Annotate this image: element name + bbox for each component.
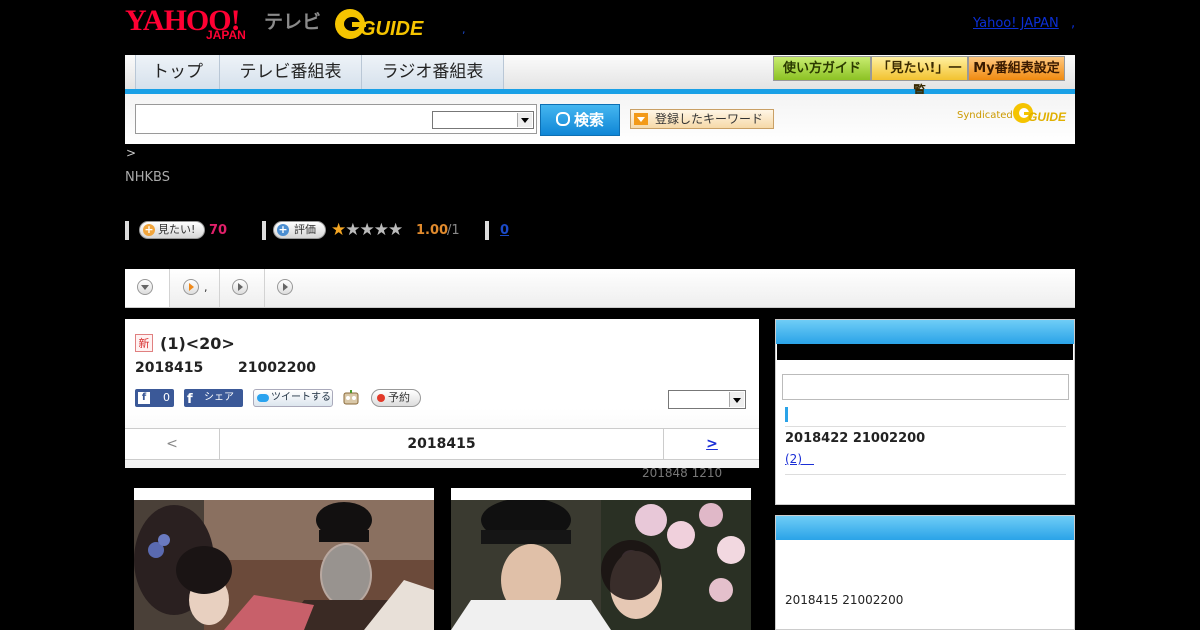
dropdown-arrow-icon bbox=[634, 113, 648, 125]
twitter-bird-icon bbox=[257, 394, 269, 402]
search-button-label: 検索 bbox=[573, 111, 604, 129]
record-dot-icon bbox=[377, 394, 385, 402]
search-button[interactable]: 検索 bbox=[540, 104, 620, 136]
star-empty-icon: ★ bbox=[345, 220, 360, 240]
sub-tab-label: , bbox=[204, 281, 208, 294]
nav-tab-top[interactable]: トップ bbox=[136, 55, 220, 89]
program-date: 2018415 bbox=[135, 360, 204, 376]
star-filled-icon: ★ bbox=[331, 220, 346, 240]
tv-logo-text: テレビ bbox=[264, 11, 322, 33]
facebook-like-button[interactable]: f 0 bbox=[135, 389, 174, 407]
reserve-button[interactable]: 予約 bbox=[371, 389, 421, 407]
next-airtime: 2018422 21002200 bbox=[785, 431, 926, 446]
yahoo-japan-link[interactable]: Yahoo! JAPAN bbox=[973, 16, 1059, 31]
sub-tab-3[interactable] bbox=[220, 269, 265, 307]
my-schedule-settings-button[interactable]: My番組表設定 bbox=[968, 56, 1065, 81]
sub-tab-4[interactable] bbox=[265, 269, 309, 307]
gguide-logo[interactable]: GUIDE bbox=[334, 8, 432, 40]
program-photo-1[interactable] bbox=[134, 488, 434, 630]
plus-icon: + bbox=[143, 223, 155, 236]
yahoo-japan-subtext: JAPAN bbox=[206, 28, 246, 42]
rating-stars: ★★★★★ bbox=[331, 220, 403, 240]
stat-divider bbox=[262, 221, 266, 240]
new-badge: 新 bbox=[135, 334, 153, 352]
program-title: (1)<20> bbox=[160, 334, 235, 353]
reserve-label: 予約 bbox=[388, 391, 410, 404]
sub-tab-1[interactable] bbox=[125, 269, 170, 307]
airtime-panel: 2018415 21002200 bbox=[775, 515, 1075, 630]
rating-value: 1.00 bbox=[416, 223, 449, 238]
channel-name: NHKBS bbox=[125, 170, 170, 185]
divider bbox=[785, 474, 1066, 475]
panel-subheader bbox=[777, 344, 1073, 360]
want-to-watch-label: 見たい! bbox=[158, 223, 196, 236]
search-category-select[interactable] bbox=[432, 111, 534, 129]
gguide-logo-text: GUIDE bbox=[360, 18, 424, 40]
rating-denominator: /1 bbox=[447, 223, 460, 238]
panel-box bbox=[782, 374, 1069, 400]
stat-divider bbox=[125, 221, 129, 240]
saved-keywords-label: 登録したキーワード bbox=[655, 112, 764, 126]
star-empty-icon: ★ bbox=[388, 220, 403, 240]
yahoo-japan-link-suffix: , bbox=[1071, 16, 1076, 31]
pager-next[interactable]: > bbox=[663, 429, 760, 459]
chevron-down-icon bbox=[517, 113, 532, 127]
chevron-down-icon bbox=[729, 392, 744, 407]
saved-keywords-button[interactable]: 登録したキーワード bbox=[630, 109, 774, 129]
syndicated-gguide-logo-text: GUIDE bbox=[1028, 110, 1067, 124]
play-icon bbox=[232, 279, 248, 295]
plus-icon: + bbox=[277, 223, 289, 236]
guide-button[interactable]: 使い方ガイド bbox=[773, 56, 871, 81]
sub-tabs: , bbox=[125, 269, 1075, 308]
play-icon bbox=[277, 279, 293, 295]
syndicated-gguide-logo: GUIDE bbox=[1013, 103, 1067, 124]
section-marker bbox=[785, 407, 788, 422]
panel-header bbox=[776, 320, 1074, 344]
mixi-check-icon[interactable] bbox=[343, 389, 359, 405]
nav-tab-tv-schedule[interactable]: テレビ番組表 bbox=[220, 55, 362, 89]
pager-date: 2018415 bbox=[407, 436, 476, 452]
want-to-watch-count: 70 bbox=[209, 223, 228, 238]
rate-button[interactable]: + 評価 bbox=[273, 221, 326, 239]
header-separator: , bbox=[462, 23, 466, 36]
chevron-down-icon bbox=[137, 279, 153, 295]
facebook-icon: f bbox=[187, 392, 193, 407]
facebook-like-count: 0 bbox=[163, 391, 170, 404]
watchlist-button[interactable]: 「見たい!」一覧 bbox=[871, 56, 968, 99]
program-time: 21002200 bbox=[238, 360, 316, 376]
tweet-button[interactable]: ツイートする bbox=[253, 389, 333, 407]
divider bbox=[785, 426, 1066, 427]
nav-left-edge bbox=[125, 55, 136, 89]
facebook-share-label: シェア bbox=[204, 392, 234, 403]
program-photo-2[interactable] bbox=[451, 488, 751, 630]
review-count-link[interactable]: 0 bbox=[500, 223, 509, 238]
next-airtime-panel: 2018422 21002200 (2) bbox=[775, 319, 1075, 505]
play-icon bbox=[183, 279, 199, 295]
reserve-target-select[interactable] bbox=[668, 390, 746, 409]
rate-label: 評価 bbox=[294, 223, 316, 236]
search-icon bbox=[555, 112, 570, 126]
pager-prev[interactable]: < bbox=[125, 429, 220, 459]
star-empty-icon: ★ bbox=[373, 220, 389, 240]
episode-pager: < 2018415 > bbox=[125, 428, 759, 460]
next-episode-link[interactable]: (2) bbox=[785, 450, 814, 467]
tweet-label: ツイートする bbox=[271, 392, 331, 403]
syndicated-label: Syndicated bbox=[957, 110, 1013, 121]
stat-divider bbox=[485, 221, 489, 240]
facebook-share-button[interactable]: f シェア bbox=[184, 389, 243, 407]
updated-timestamp: 201848 1210 bbox=[642, 466, 723, 480]
photo-2-image bbox=[451, 500, 751, 630]
nav-tab-radio-schedule[interactable]: ラジオ番組表 bbox=[362, 55, 504, 89]
panel-header bbox=[776, 516, 1074, 540]
facebook-icon: f bbox=[138, 392, 150, 404]
want-to-watch-button[interactable]: + 見たい! bbox=[139, 221, 205, 239]
breadcrumb[interactable]: > bbox=[126, 146, 136, 160]
sub-tab-2[interactable]: , bbox=[170, 269, 220, 307]
airtime-text: 2018415 21002200 bbox=[785, 593, 904, 607]
star-empty-icon: ★ bbox=[359, 220, 375, 240]
photo-1-image bbox=[134, 500, 434, 630]
